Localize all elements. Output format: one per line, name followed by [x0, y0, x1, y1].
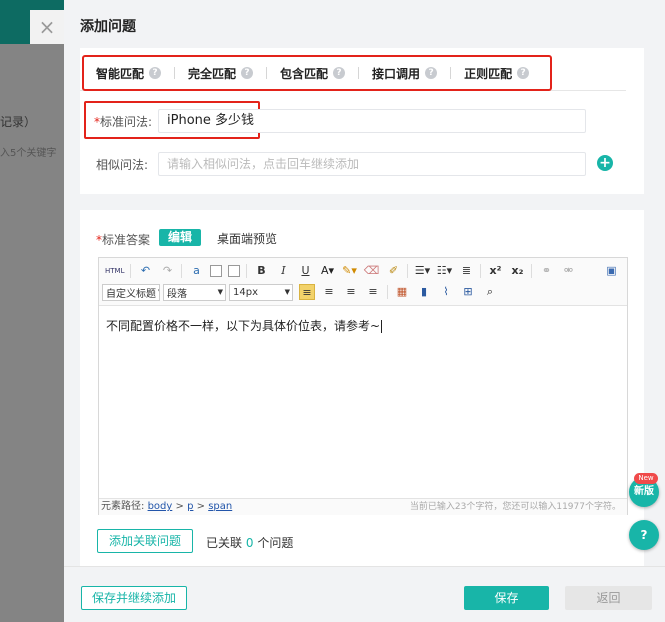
search-replace-icon[interactable]: ⌕ [482, 284, 498, 300]
help-icon[interactable]: ? [425, 67, 438, 79]
linked-count: 0 [245, 536, 254, 550]
undo-icon[interactable]: ↶ [137, 263, 153, 279]
redo-icon[interactable]: ↷ [159, 263, 175, 279]
help-icon[interactable]: ? [333, 67, 346, 79]
standard-question-input[interactable]: iPhone 多少钱 [158, 109, 586, 133]
similar-question-label: 相似问法: [96, 158, 149, 172]
new-page-icon[interactable] [210, 265, 223, 277]
toolbar-separator [181, 264, 183, 278]
background-hint: 入5个关键字 [0, 148, 57, 159]
standard-answer-label: *标准答案 [96, 233, 151, 247]
help-chat-icon[interactable]: ? [629, 520, 659, 550]
paste-icon[interactable] [228, 265, 241, 277]
font-color-icon[interactable]: A▾ [319, 263, 335, 279]
toolbar-separator [387, 285, 388, 299]
editor-toolbar: HTML ↶ ↷ a B I U A▾ ✎▾ ⌫ ✐ ☰▾ ☷▾ ≣ x² x₂… [99, 258, 627, 306]
underline-icon[interactable]: U [297, 263, 313, 279]
tab-regex-match[interactable]: 正则匹配 ? [464, 65, 530, 82]
editor-content[interactable]: 不同配置价格不一样，以下为具体价位表，请参考~ [106, 317, 383, 334]
toolbar-separator [246, 264, 248, 278]
format-brush-icon[interactable]: ✐ [385, 263, 401, 279]
new-badge: New [634, 473, 658, 484]
highlight-color-icon[interactable]: ✎▾ [341, 263, 357, 279]
tab-separator [266, 67, 268, 79]
tab-contains-match[interactable]: 包含匹配 ? [280, 65, 346, 82]
attachment-icon[interactable]: ⌇ [438, 284, 454, 300]
add-question-dialog: 添加问题 智能匹配 ? 完全匹配 ? 包含匹配 ? 接口调用 ? 正则匹配 ? … [64, 0, 665, 622]
subscript-icon[interactable]: x₂ [509, 263, 525, 279]
unordered-list-icon[interactable]: ☷▾ [436, 263, 452, 279]
tab-desktop-preview[interactable]: 桌面端预览 [217, 230, 277, 247]
align-justify-icon[interactable]: ≡ [365, 284, 381, 300]
format-icon[interactable]: a [188, 263, 204, 279]
tab-api-call[interactable]: 接口调用 ? [372, 65, 438, 82]
image-icon[interactable]: ▦ [394, 284, 410, 300]
link-icon[interactable]: ⚭ [538, 263, 554, 279]
tab-label: 正则匹配 [464, 66, 513, 81]
help-icon[interactable]: ? [517, 67, 530, 79]
save-button[interactable]: 保存 [464, 586, 549, 610]
path-link-p[interactable]: p [187, 501, 193, 512]
dialog-footer: 保存并继续添加 保存 返回 [64, 566, 665, 622]
rich-text-editor: HTML ↶ ↷ a B I U A▾ ✎▾ ⌫ ✐ ☰▾ ☷▾ ≣ x² x₂… [98, 257, 628, 515]
unlink-icon[interactable]: ⚮ [560, 263, 576, 279]
fullscreen-icon[interactable]: ▣ [603, 263, 619, 279]
bold-icon[interactable]: B [253, 263, 269, 279]
editor-statusbar: 元素路径: body > p > span 当前已输入23个字符，您还可以输入1… [99, 498, 627, 515]
align-left-icon[interactable]: ≡ [299, 284, 315, 300]
tab-exact-match[interactable]: 完全匹配 ? [188, 65, 254, 82]
toolbar-row: HTML ↶ ↷ a B I U A▾ ✎▾ ⌫ ✐ ☰▾ ☷▾ ≣ x² x₂… [102, 262, 622, 280]
table-icon[interactable]: ⊞ [460, 284, 476, 300]
line-height-icon[interactable]: ≣ [458, 263, 474, 279]
superscript-icon[interactable]: x² [487, 263, 503, 279]
html-source-icon[interactable]: HTML [105, 263, 124, 279]
back-button[interactable]: 返回 [565, 586, 652, 610]
close-icon[interactable]: × [30, 10, 64, 44]
eraser-icon[interactable]: ⌫ [363, 263, 380, 279]
tab-label: 智能匹配 [96, 66, 145, 81]
similar-question-input[interactable]: 请输入相似问法，点击回车继续添加 [158, 152, 586, 176]
background-text: 记录） [0, 115, 37, 129]
tab-edit[interactable]: 编辑 [159, 229, 201, 246]
tab-label: 包含匹配 [280, 66, 329, 81]
tab-label: 完全匹配 [188, 66, 237, 81]
ordered-list-icon[interactable]: ☰▾ [414, 263, 430, 279]
align-center-icon[interactable]: ≡ [321, 284, 337, 300]
add-related-question-button[interactable]: 添加关联问题 [97, 529, 193, 553]
video-icon[interactable]: ▮ [416, 284, 432, 300]
tab-separator [358, 67, 360, 79]
help-icon[interactable]: ? [241, 67, 254, 79]
element-path: 元素路径: body > p > span [101, 501, 233, 512]
dialog-title: 添加问题 [80, 19, 136, 35]
background-page: × 记录） 入5个关键字 [0, 0, 64, 622]
add-similar-icon[interactable]: + [597, 155, 613, 171]
tab-label: 接口调用 [372, 66, 421, 81]
paragraph-select[interactable]: 段落 ▼ [163, 283, 226, 301]
toolbar-separator [480, 264, 482, 278]
char-count: 当前已输入23个字符，您还可以输入11977个字符。 [409, 502, 621, 512]
path-link-body[interactable]: body [148, 501, 173, 512]
align-right-icon[interactable]: ≡ [343, 284, 359, 300]
path-link-span[interactable]: span [208, 501, 232, 512]
toolbar-separator [407, 264, 409, 278]
italic-icon[interactable]: I [275, 263, 291, 279]
standard-question-label: *标准问法: [94, 115, 153, 129]
toolbar-row: 自定义标题▼ 段落▼ 14px▼ ≡ ≡ ≡ ≡ ▦ ▮ ⌇ ⊞ ⌕ [102, 283, 501, 301]
save-and-continue-button[interactable]: 保存并继续添加 [81, 586, 187, 610]
tab-separator [174, 67, 176, 79]
match-type-tabs: 智能匹配 ? 完全匹配 ? 包含匹配 ? 接口调用 ? 正则匹配 ? [82, 55, 552, 91]
toolbar-separator [531, 264, 533, 278]
font-family-select[interactable]: 自定义标题▼ [102, 283, 160, 301]
linked-count-text: 已关联 0 个问题 [206, 536, 294, 550]
font-size-select[interactable]: 14px ▼ [229, 283, 293, 301]
toolbar-separator [130, 264, 132, 278]
tab-separator [450, 67, 452, 79]
help-icon[interactable]: ? [149, 67, 162, 79]
tab-smart-match[interactable]: 智能匹配 ? [96, 65, 162, 82]
text-caret [381, 320, 383, 333]
